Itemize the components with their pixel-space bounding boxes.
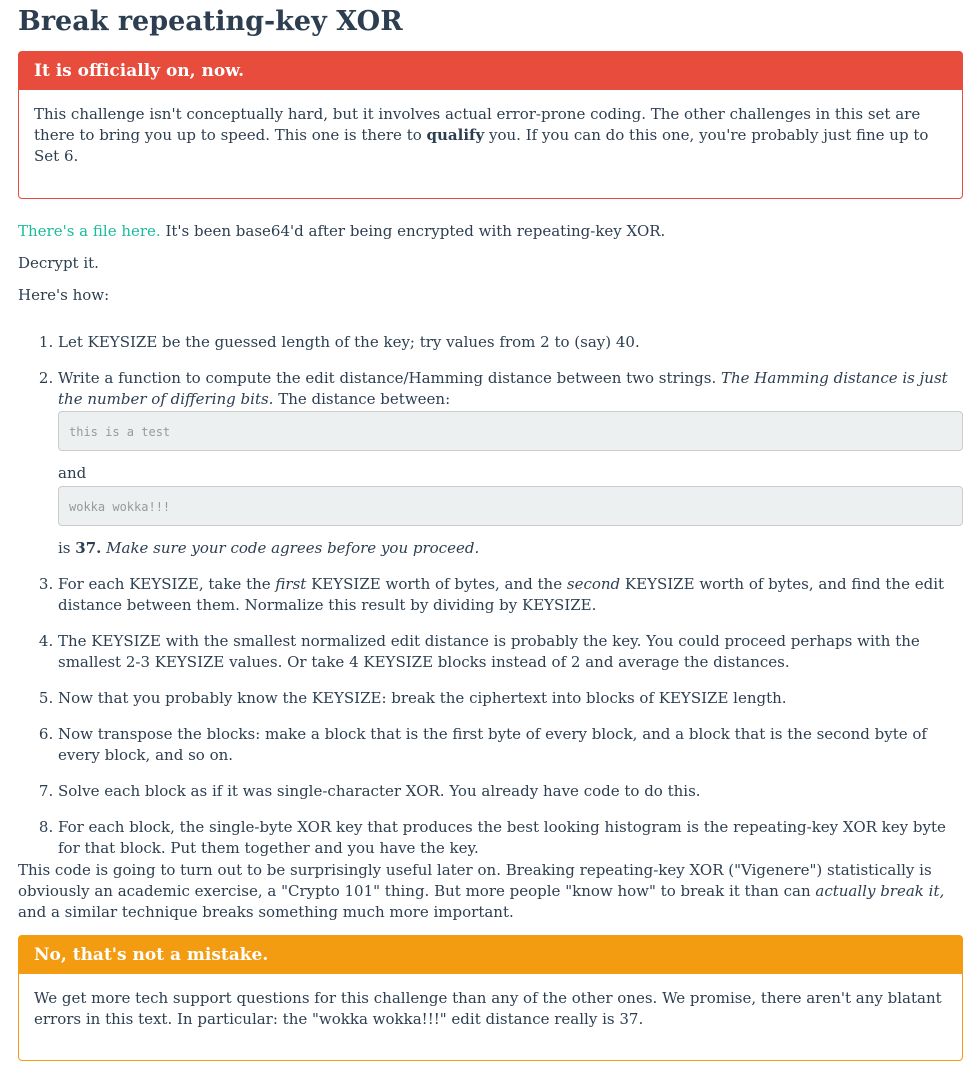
step-8: For each block, the single-byte XOR key … xyxy=(58,817,963,859)
step-1: Let KEYSIZE be the guessed length of the… xyxy=(58,332,963,353)
step-5: Now that you probably know the KEYSIZE: … xyxy=(58,688,963,709)
step-2-and: and xyxy=(58,464,87,482)
step-3: For each KEYSIZE, take the first KEYSIZE… xyxy=(58,574,963,616)
page: Break repeating-key XOR It is officially… xyxy=(0,0,978,1061)
step-6: Now transpose the blocks: make a block t… xyxy=(58,724,963,766)
distance-value: 37. xyxy=(75,539,102,557)
step-4: The KEYSIZE with the smallest normalized… xyxy=(58,631,963,673)
danger-panel-heading: It is officially on, now. xyxy=(19,52,962,90)
outro-b: and a similar technique breaks something… xyxy=(18,903,514,921)
warning-panel-heading: No, that's not a mistake. xyxy=(19,936,962,974)
step-2-result: is 37. Make sure your code agrees before… xyxy=(58,538,963,559)
intro-line-2: Decrypt it. xyxy=(18,254,99,272)
warning-panel-body: We get more tech support questions for t… xyxy=(19,974,962,1030)
warning-panel: No, that's not a mistake. We get more te… xyxy=(18,935,963,1061)
step-3-first: first xyxy=(275,575,307,593)
danger-panel-body: This challenge isn't conceptually hard, … xyxy=(19,90,962,167)
outro-italic: actually break it, xyxy=(815,882,945,900)
warning-panel-text: We get more tech support questions for t… xyxy=(34,989,942,1028)
code-block-1: this is a test xyxy=(58,411,963,451)
step-3-a: For each KEYSIZE, take the xyxy=(58,575,276,593)
intro-line-1-rest: It's been base64'd after being encrypted… xyxy=(160,222,666,240)
outro-paragraph: This code is going to turn out to be sur… xyxy=(18,860,963,923)
file-link[interactable]: There's a file here. xyxy=(18,222,161,240)
danger-panel: It is officially on, now. This challenge… xyxy=(18,51,963,199)
step-2-tail: Make sure your code agrees before you pr… xyxy=(101,539,480,557)
step-2-after: The distance between: xyxy=(273,390,451,408)
step-2-text: Write a function to compute the edit dis… xyxy=(58,369,721,387)
step-3-second: second xyxy=(566,575,621,593)
step-2: Write a function to compute the edit dis… xyxy=(58,368,963,559)
danger-panel-text: This challenge isn't conceptually hard, … xyxy=(34,104,947,167)
qualify-bold: qualify xyxy=(426,126,485,144)
step-3-b: KEYSIZE worth of bytes, and the xyxy=(306,575,567,593)
steps-list: Let KEYSIZE be the guessed length of the… xyxy=(18,332,963,859)
intro-line-3: Here's how: xyxy=(18,286,110,304)
code-block-2: wokka wokka!!! xyxy=(58,486,963,526)
outro-a: This code is going to turn out to be sur… xyxy=(18,861,932,900)
intro-line-1: There's a file here. It's been base64'd … xyxy=(18,221,963,242)
page-title: Break repeating-key XOR xyxy=(18,6,403,37)
step-7: Solve each block as if it was single-cha… xyxy=(58,781,963,802)
step-2-is: is xyxy=(58,539,76,557)
